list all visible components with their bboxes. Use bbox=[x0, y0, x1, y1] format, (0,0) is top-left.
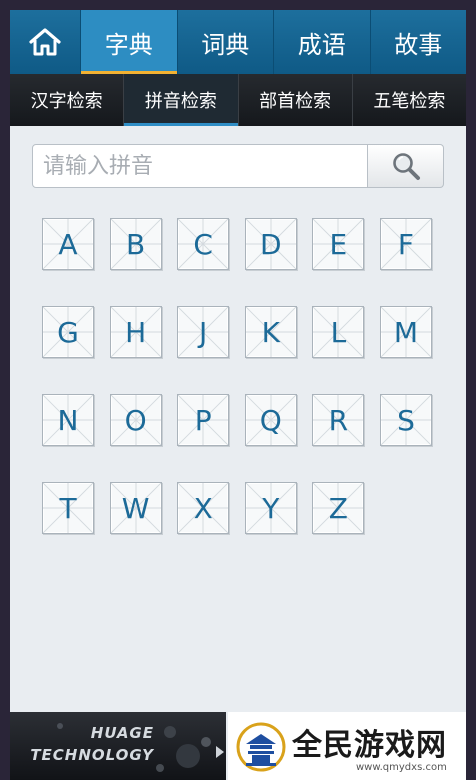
search-icon bbox=[392, 153, 420, 180]
letter-key-d[interactable]: D bbox=[244, 218, 297, 270]
letter-key-c[interactable]: C bbox=[177, 218, 230, 270]
home-button[interactable] bbox=[10, 10, 81, 74]
subtab-hanzi-search[interactable]: 汉字检索 bbox=[10, 74, 125, 126]
footer-banner: HUAGE TECHNOLOGY bbox=[10, 712, 226, 780]
watermark-url: www.qmydxs.com bbox=[356, 762, 447, 773]
brand-line-1: HUAGE bbox=[90, 724, 154, 742]
pagoda-logo-icon bbox=[236, 722, 286, 772]
letter-label: Y bbox=[262, 491, 280, 525]
sub-navigation: 汉字检索 拼音检索 部首检索 五笔检索 bbox=[10, 74, 466, 126]
letter-key-w[interactable]: W bbox=[109, 482, 162, 534]
letter-label: E bbox=[329, 227, 348, 261]
letter-key-z[interactable]: Z bbox=[312, 482, 365, 534]
letter-label: W bbox=[121, 491, 150, 525]
tab-chengyu[interactable]: 成语 bbox=[274, 10, 371, 74]
letter-label: R bbox=[328, 403, 349, 437]
letter-key-a[interactable]: A bbox=[42, 218, 94, 270]
letter-label: O bbox=[124, 403, 147, 437]
letter-label: K bbox=[261, 315, 280, 349]
letter-label: P bbox=[194, 403, 212, 437]
letter-key-l[interactable]: L bbox=[312, 306, 365, 358]
letter-key-r[interactable]: R bbox=[312, 394, 365, 446]
letter-label: G bbox=[57, 315, 79, 349]
letter-key-m[interactable]: M bbox=[379, 306, 432, 358]
letter-key-k[interactable]: K bbox=[244, 306, 297, 358]
letter-label: F bbox=[397, 227, 415, 261]
subtab-wubi-search[interactable]: 五笔检索 bbox=[353, 74, 466, 126]
letter-key-q[interactable]: Q bbox=[244, 394, 297, 446]
footer-brand: HUAGE TECHNOLOGY bbox=[24, 722, 154, 766]
app-window: 字典 词典 成语 故事 汉字检索 拼音检索 部首检索 五笔检索 A B C D E F G H… bbox=[10, 10, 466, 780]
search-bar bbox=[32, 144, 444, 190]
letter-key-j[interactable]: J bbox=[177, 306, 230, 358]
letter-label: T bbox=[59, 491, 77, 525]
letter-key-f[interactable]: F bbox=[379, 218, 432, 270]
letter-grid: A B C D E F G H J K L M N O P Q R S T W X Y Z bbox=[42, 218, 442, 534]
brand-line-2: TECHNOLOGY bbox=[30, 746, 154, 764]
letter-label: S bbox=[397, 403, 415, 437]
letter-key-x[interactable]: X bbox=[177, 482, 230, 534]
letter-key-o[interactable]: O bbox=[109, 394, 162, 446]
watermark-title: 全民游戏网 bbox=[292, 728, 447, 763]
subtab-pinyin-search[interactable]: 拼音检索 bbox=[124, 74, 239, 126]
letter-key-s[interactable]: S bbox=[379, 394, 432, 446]
letter-key-p[interactable]: P bbox=[177, 394, 230, 446]
letter-label: J bbox=[199, 315, 208, 349]
pinyin-search-input[interactable] bbox=[32, 144, 368, 188]
letter-key-g[interactable]: G bbox=[42, 306, 94, 358]
tab-zidian[interactable]: 字典 bbox=[81, 10, 178, 74]
letter-label: N bbox=[57, 403, 79, 437]
search-button[interactable] bbox=[368, 144, 444, 188]
tab-gushi[interactable]: 故事 bbox=[371, 10, 467, 74]
letter-key-b[interactable]: B bbox=[109, 218, 162, 270]
letter-key-n[interactable]: N bbox=[42, 394, 94, 446]
letter-label: L bbox=[330, 315, 347, 349]
top-navigation: 字典 词典 成语 故事 bbox=[10, 10, 466, 74]
letter-label: H bbox=[125, 315, 147, 349]
letter-label: X bbox=[193, 491, 213, 525]
home-icon bbox=[29, 28, 61, 56]
letter-label: A bbox=[58, 227, 78, 261]
letter-label: Z bbox=[328, 491, 348, 525]
letter-label: B bbox=[125, 227, 146, 261]
letter-key-h[interactable]: H bbox=[109, 306, 162, 358]
letter-key-t[interactable]: T bbox=[42, 482, 94, 534]
subtab-bushou-search[interactable]: 部首检索 bbox=[239, 74, 353, 126]
letter-label: M bbox=[393, 315, 419, 349]
letter-key-e[interactable]: E bbox=[312, 218, 365, 270]
tab-cidian[interactable]: 词典 bbox=[178, 10, 274, 74]
watermark: 全民游戏网 www.qmydxs.com bbox=[228, 712, 466, 780]
letter-key-y[interactable]: Y bbox=[244, 482, 297, 534]
letter-label: D bbox=[260, 227, 282, 261]
letter-label: C bbox=[193, 227, 213, 261]
letter-label: Q bbox=[259, 403, 282, 437]
